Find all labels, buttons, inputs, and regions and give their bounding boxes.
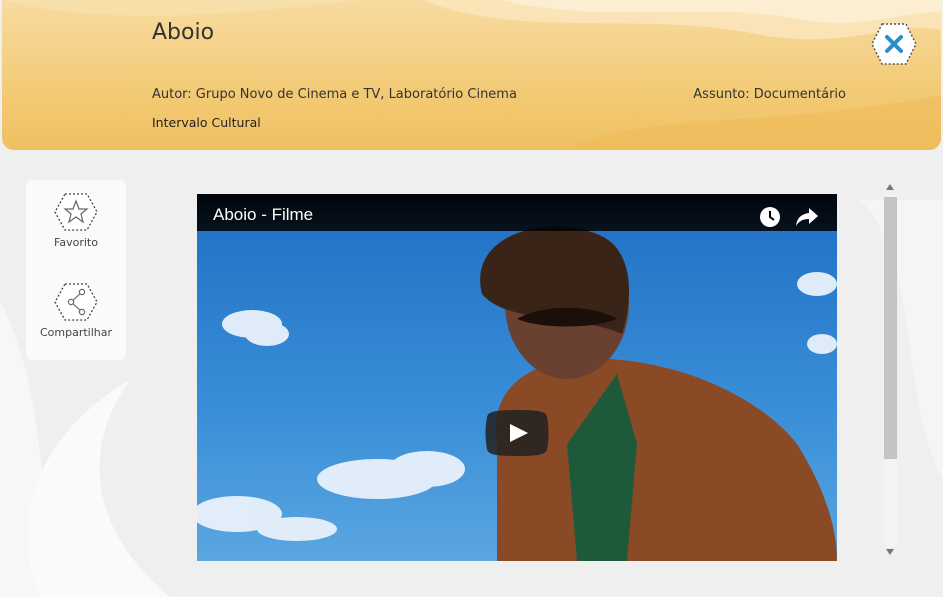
scroll-up-arrow-icon[interactable] (886, 183, 894, 191)
close-button[interactable] (870, 22, 918, 66)
play-icon (485, 410, 549, 456)
content-modal: Aboio Autor: Grupo Novo de Cinema e TV, … (0, 0, 943, 597)
content-scrollbar[interactable] (883, 183, 897, 557)
share-label: Compartilhar (39, 326, 113, 339)
video-title[interactable]: Aboio - Filme (213, 205, 313, 225)
action-panel: Favorito Compartilhar (26, 180, 126, 360)
scroll-down-arrow-icon[interactable] (886, 548, 894, 556)
watch-later-button[interactable] (759, 206, 781, 228)
share-button[interactable]: Compartilhar (26, 282, 126, 339)
favorite-label: Favorito (54, 236, 98, 249)
header-banner: Aboio Autor: Grupo Novo de Cinema e TV, … (2, 0, 941, 150)
share-nodes-icon (54, 283, 98, 321)
scroll-thumb[interactable] (884, 197, 897, 459)
share-arrow-icon (796, 208, 818, 226)
close-icon (871, 23, 917, 65)
collection-text: Intervalo Cultural (152, 115, 261, 130)
play-button[interactable] (483, 409, 551, 457)
header-waves (2, 0, 941, 150)
video-player[interactable]: Aboio - Filme (197, 194, 837, 561)
video-share-button[interactable] (795, 206, 819, 228)
clock-icon (760, 207, 780, 227)
content-title: Aboio (152, 20, 215, 45)
video-thumbnail (197, 194, 837, 561)
star-icon (54, 193, 98, 231)
favorite-button[interactable]: Favorito (26, 192, 126, 249)
subject-text: Assunto: Documentário (693, 87, 846, 102)
video-title-bar: Aboio - Filme (197, 194, 837, 231)
author-text: Autor: Grupo Novo de Cinema e TV, Labora… (152, 87, 517, 102)
